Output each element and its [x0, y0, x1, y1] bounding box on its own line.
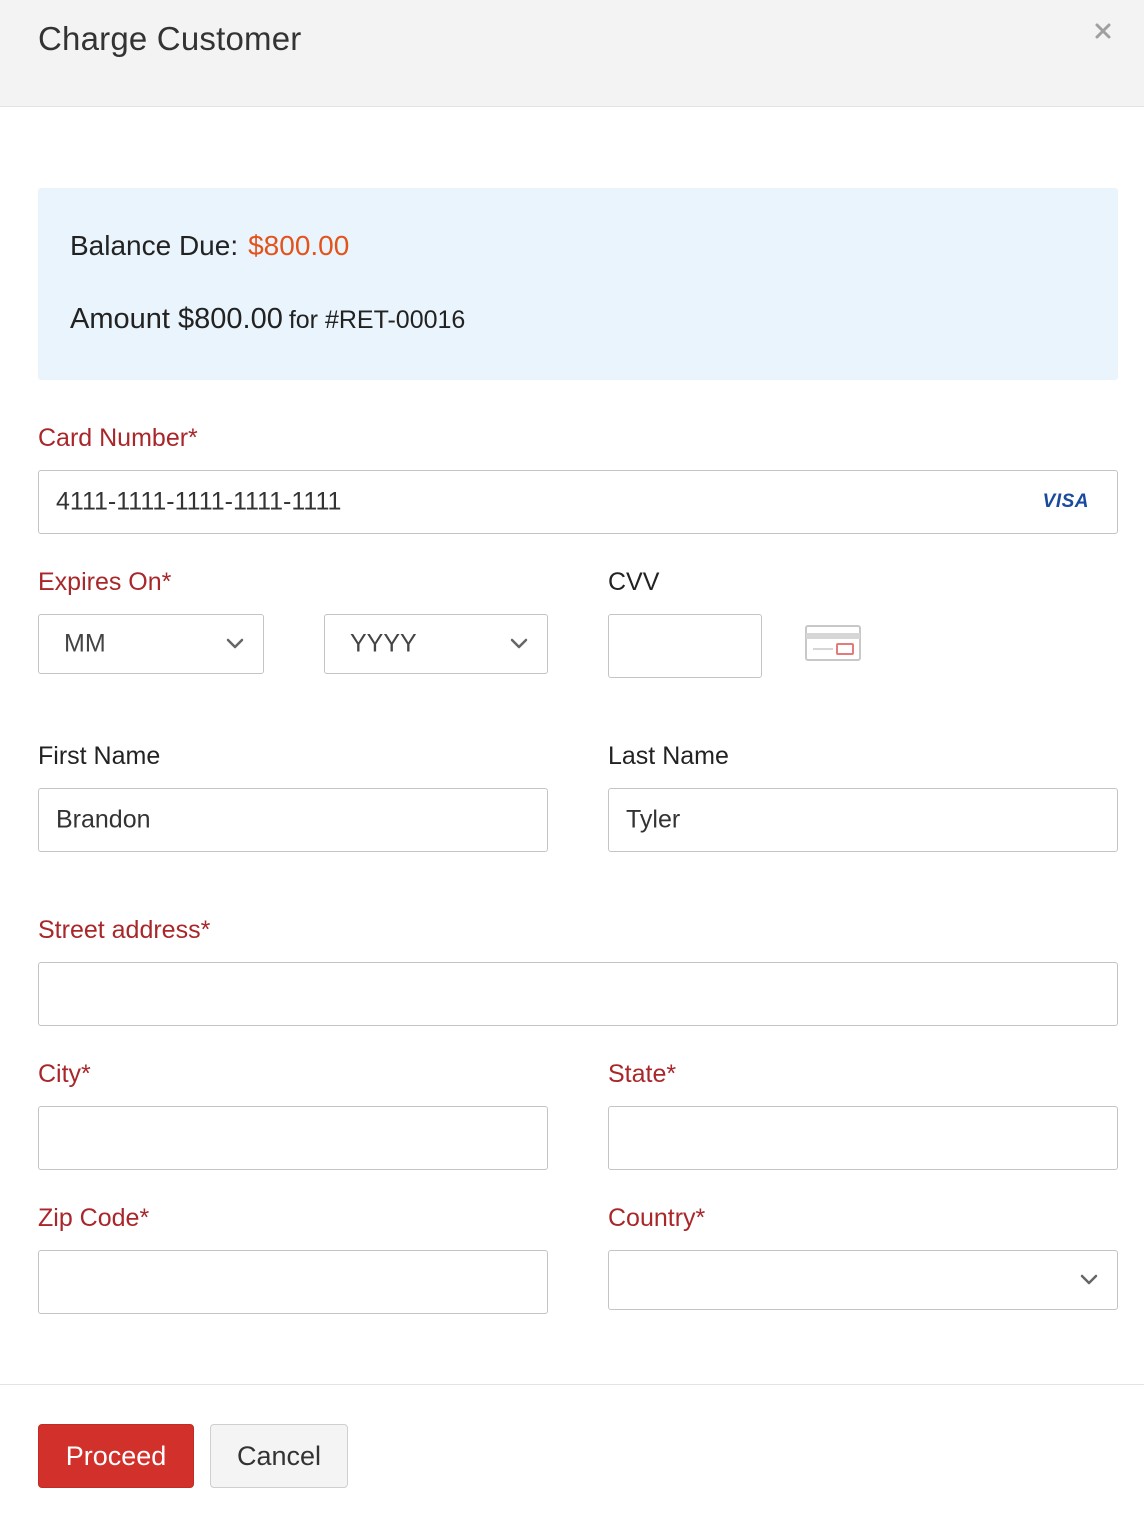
expires-on-label: Expires On* — [38, 568, 172, 596]
last-name-input[interactable]: Tyler — [608, 788, 1118, 852]
chevron-down-icon — [510, 638, 528, 649]
cvv-input[interactable] — [608, 614, 762, 678]
chevron-down-icon — [226, 638, 244, 649]
close-button[interactable] — [1088, 16, 1118, 46]
city-input[interactable] — [38, 1106, 548, 1170]
first-name-input[interactable]: Brandon — [38, 788, 548, 852]
cancel-button[interactable]: Cancel — [210, 1424, 348, 1488]
city-label: City* — [38, 1060, 91, 1088]
expiry-year-select[interactable]: YYYY — [324, 614, 548, 674]
card-number-value: 4111-1111-1111-1111-1111 — [56, 487, 342, 516]
proceed-button[interactable]: Proceed — [38, 1424, 194, 1488]
modal-header: Charge Customer — [0, 0, 1144, 107]
cvv-label: CVV — [608, 568, 660, 596]
last-name-value: Tyler — [626, 805, 681, 834]
card-number-label: Card Number* — [38, 424, 198, 452]
country-select[interactable] — [608, 1250, 1118, 1310]
amount-text: Amount $800.00 — [70, 303, 283, 335]
balance-due-row: Balance Due: $800.00 — [70, 230, 349, 262]
street-address-label: Street address* — [38, 916, 211, 944]
footer-divider — [0, 1384, 1144, 1385]
state-label: State* — [608, 1060, 677, 1088]
country-label: Country* — [608, 1204, 706, 1232]
invoice-reference: for #RET-00016 — [288, 306, 466, 334]
expiry-month-select[interactable]: MM — [38, 614, 264, 674]
street-address-input[interactable] — [38, 962, 1118, 1026]
first-name-value: Brandon — [56, 805, 151, 834]
expiry-year-value: YYYY — [350, 629, 417, 658]
state-input[interactable] — [608, 1106, 1118, 1170]
amount-row: Amount $800.00 for #RET-00016 — [70, 303, 465, 336]
visa-logo-icon: VISA — [1042, 491, 1089, 512]
first-name-label: First Name — [38, 742, 161, 770]
card-cvv-icon — [805, 625, 861, 661]
chevron-down-icon — [1080, 1274, 1098, 1285]
modal-title: Charge Customer — [38, 20, 302, 57]
balance-due-label: Balance Due: — [70, 230, 239, 261]
expiry-month-value: MM — [64, 629, 106, 658]
balance-summary: Balance Due: $800.00 Amount $800.00 for #R… — [38, 188, 1118, 380]
last-name-label: Last Name — [608, 742, 729, 770]
zip-code-input[interactable] — [38, 1250, 548, 1314]
close-icon — [1095, 23, 1111, 39]
zip-code-label: Zip Code* — [38, 1204, 150, 1232]
card-number-input[interactable]: 4111-1111-1111-1111-1111 VISA — [38, 470, 1118, 534]
balance-due-value: $800.00 — [248, 230, 350, 261]
